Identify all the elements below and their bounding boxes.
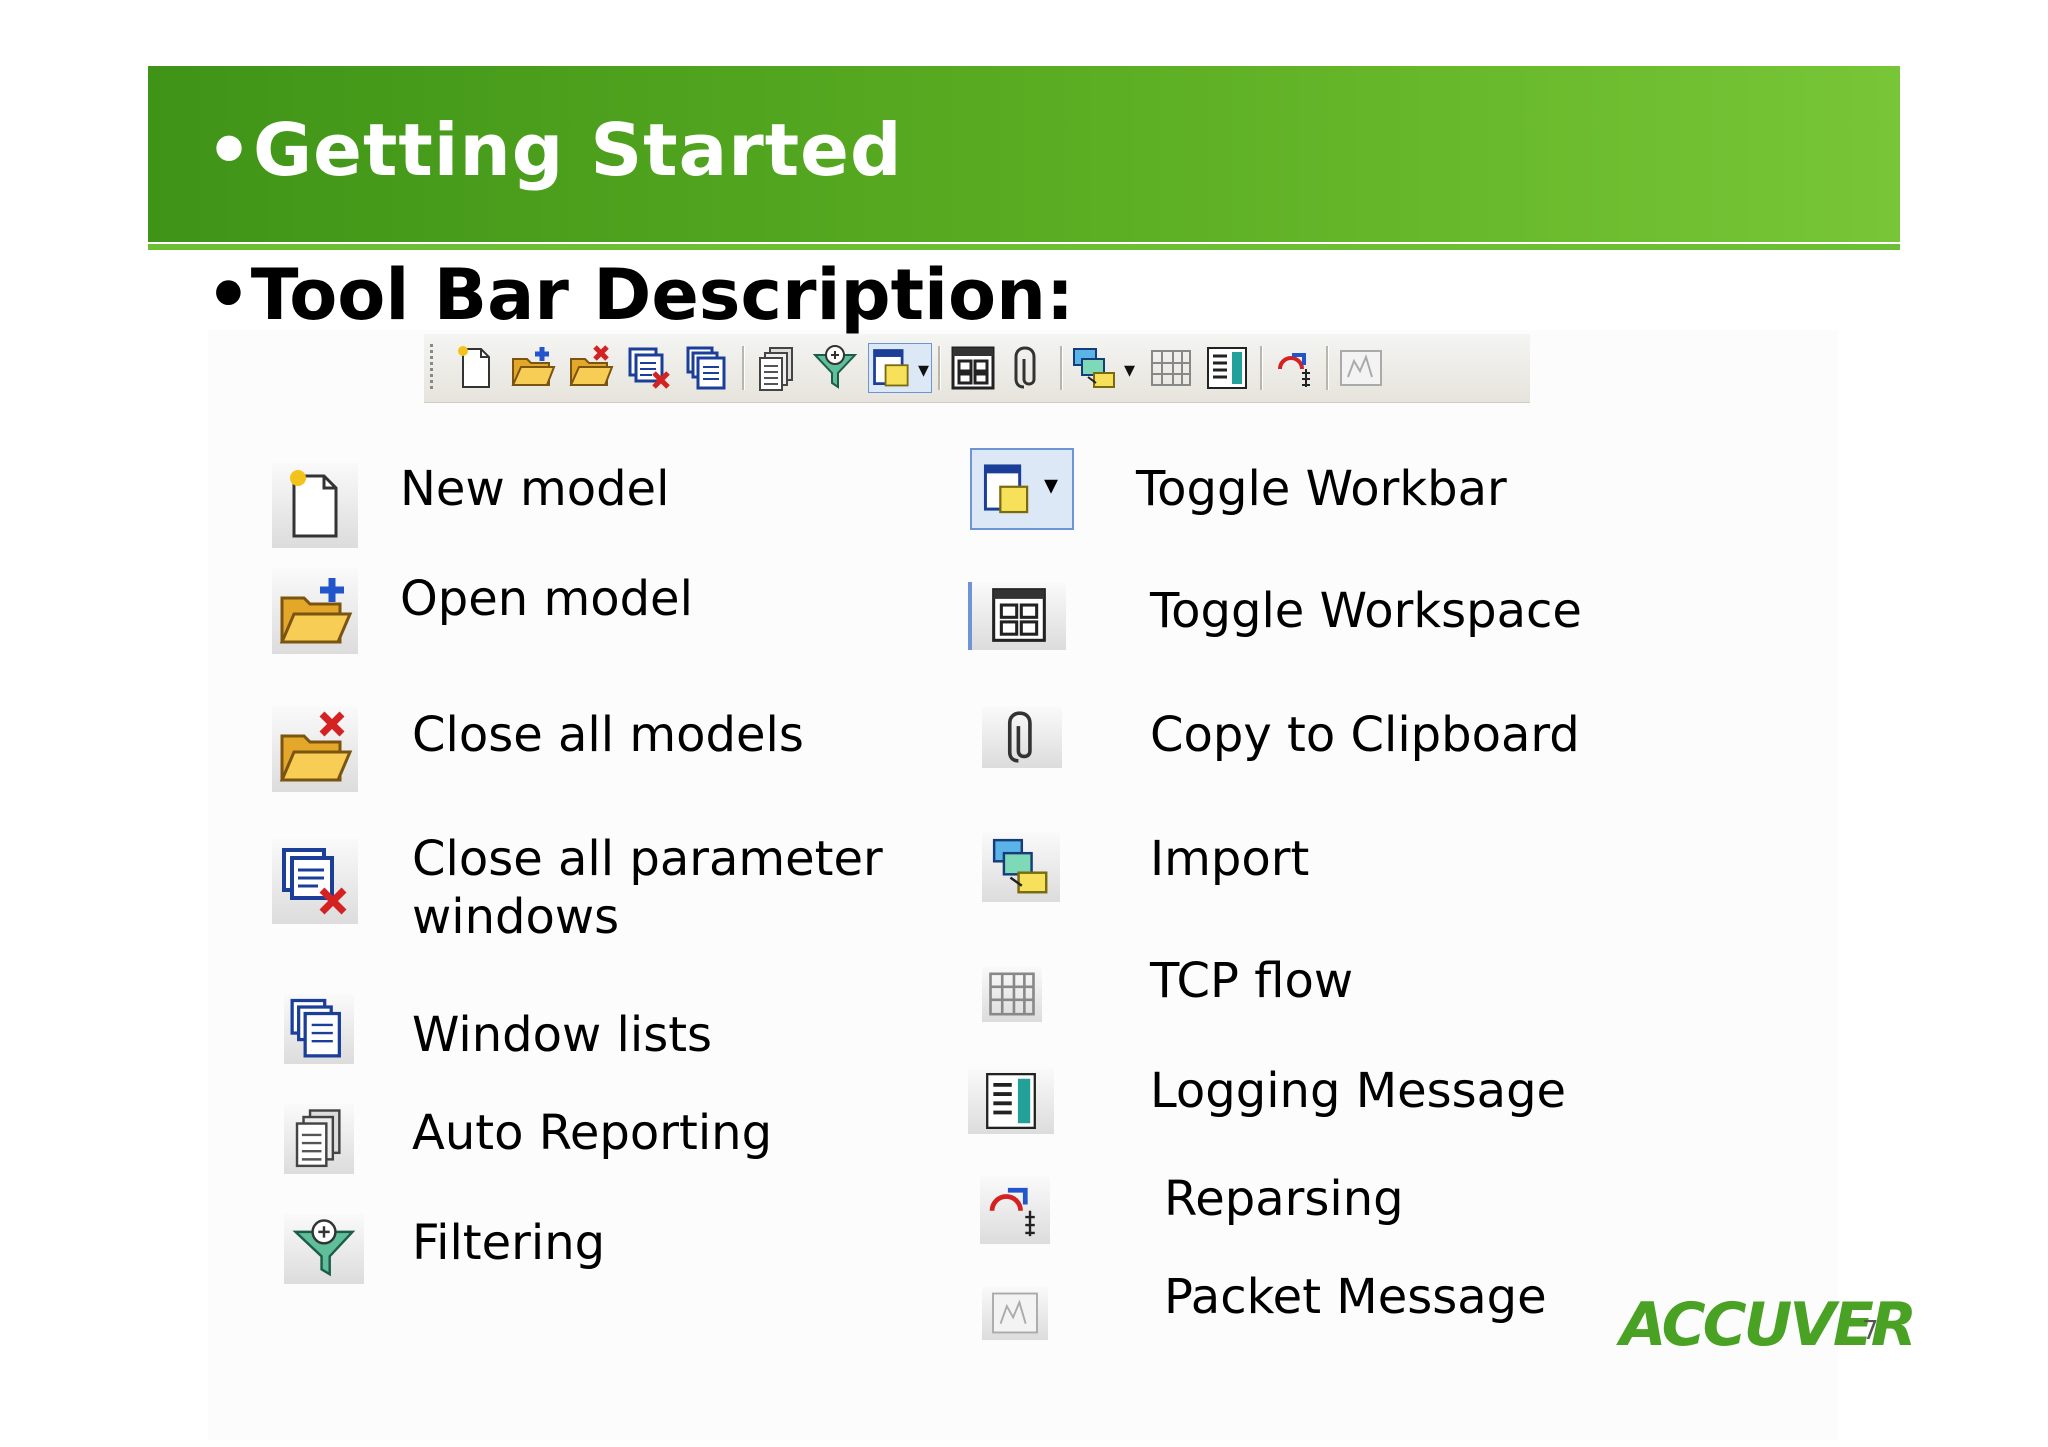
legend-label-close-all-models: Close all models — [412, 707, 804, 763]
reparsing-icon — [980, 1176, 1050, 1244]
legend-label-copy-to-clipboard: Copy to Clipboard — [1150, 707, 1580, 763]
import-icon[interactable] — [1070, 343, 1120, 393]
legend-label-close-all-parameter-windows: Close all parameter — [412, 831, 883, 887]
toggle-workbar-icon: ▾ — [970, 448, 1074, 530]
chevron-down-icon[interactable]: ▾ — [918, 358, 929, 383]
legend-label-toggle-workbar: Toggle Workbar — [1136, 461, 1507, 517]
slide-title: •Getting Started — [206, 108, 903, 192]
tcp-flow-icon — [982, 966, 1042, 1022]
packet-message-icon — [982, 1286, 1048, 1340]
chevron-down-icon[interactable]: ▾ — [1124, 358, 1135, 383]
logging-message-icon[interactable] — [1202, 343, 1252, 393]
legend-label-tcp-flow: TCP flow — [1150, 953, 1354, 1009]
toggle-workspace-icon — [968, 582, 1066, 650]
toolbar-separator — [1260, 346, 1263, 390]
filtering-icon — [284, 1214, 364, 1284]
slide-subtitle: •Tool Bar Description: — [206, 254, 1074, 336]
import-icon — [982, 832, 1060, 902]
toolbar-separator — [742, 346, 745, 390]
toggle-workspace-icon[interactable] — [948, 343, 998, 393]
legend-label-toggle-workspace: Toggle Workspace — [1150, 583, 1582, 639]
legend-label-close-all-parameter-windows-line2: windows — [412, 889, 620, 945]
toolbar-separator — [1060, 346, 1063, 390]
filtering-icon[interactable] — [810, 343, 860, 393]
close-all-models-icon[interactable] — [566, 343, 616, 393]
legend-label-logging-message: Logging Message — [1150, 1063, 1567, 1119]
reparsing-icon[interactable] — [1270, 343, 1320, 393]
close-all-parameter-windows-icon — [272, 838, 358, 924]
legend-label-filtering: Filtering — [412, 1215, 606, 1271]
new-model-icon — [272, 462, 358, 548]
toolbar-separator — [938, 346, 941, 390]
auto-reporting-icon[interactable] — [752, 343, 802, 393]
open-model-icon — [272, 568, 358, 654]
toolbar-separator — [1326, 346, 1329, 390]
toolbar: ▾ ▾ — [424, 334, 1530, 403]
open-model-icon[interactable] — [508, 343, 558, 393]
window-lists-icon — [284, 994, 354, 1064]
logging-message-icon — [968, 1068, 1054, 1134]
legend-label-packet-message: Packet Message — [1164, 1269, 1547, 1325]
packet-message-icon[interactable] — [1336, 343, 1386, 393]
page-number: 7 — [1862, 1316, 1879, 1346]
new-model-icon[interactable] — [450, 343, 500, 393]
close-all-models-icon — [272, 706, 358, 792]
tcp-flow-icon[interactable] — [1146, 343, 1196, 393]
legend-label-open-model: Open model — [400, 571, 693, 627]
legend-label-reparsing: Reparsing — [1164, 1171, 1404, 1227]
legend-label-window-lists: Window lists — [412, 1007, 713, 1063]
close-all-parameter-windows-icon[interactable] — [624, 343, 674, 393]
legend-label-new-model: New model — [400, 461, 670, 517]
copy-to-clipboard-icon — [982, 706, 1062, 768]
banner-rule — [148, 244, 1900, 250]
toolbar-grip[interactable] — [430, 344, 433, 392]
legend-label-auto-reporting: Auto Reporting — [412, 1105, 773, 1161]
copy-to-clipboard-icon[interactable] — [1004, 343, 1054, 393]
window-lists-icon[interactable] — [682, 343, 732, 393]
legend-label-import: Import — [1150, 831, 1310, 887]
chevron-down-icon: ▾ — [1044, 468, 1059, 501]
auto-reporting-icon — [284, 1104, 354, 1174]
